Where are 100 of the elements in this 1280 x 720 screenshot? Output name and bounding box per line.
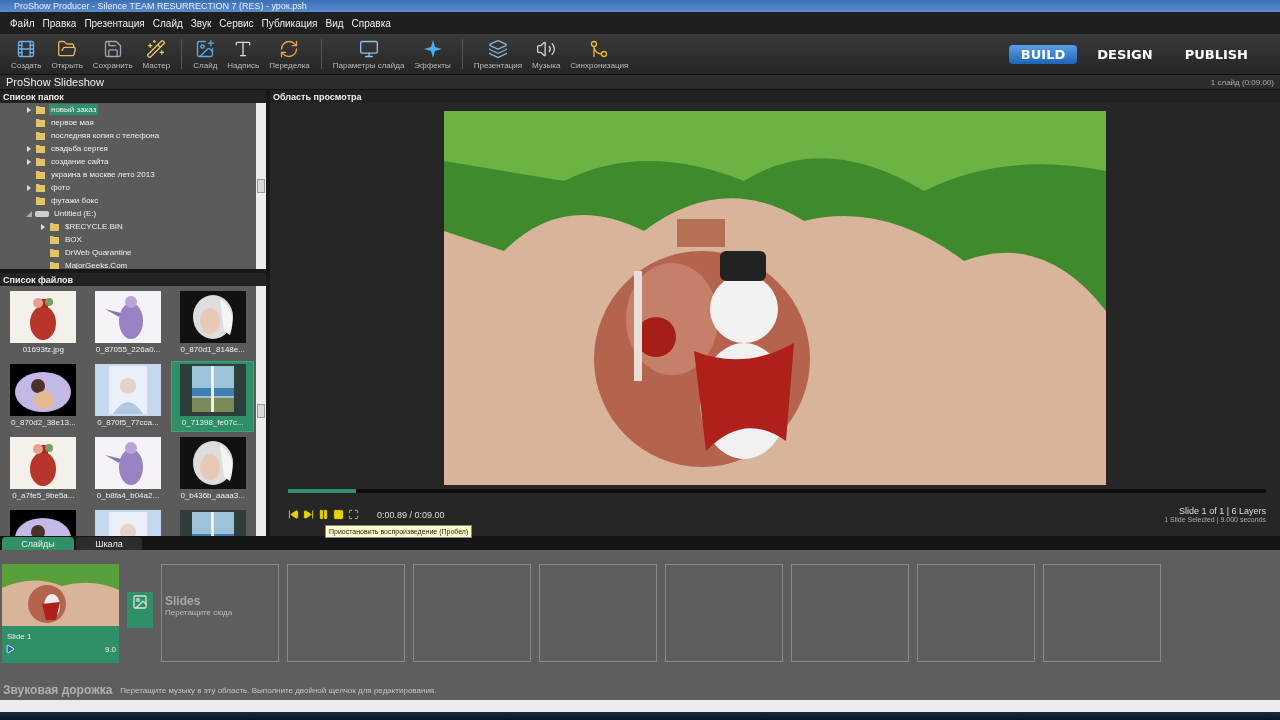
- folder-name[interactable]: фото: [49, 182, 72, 193]
- menu-item[interactable]: Справка: [347, 15, 395, 31]
- previous-button[interactable]: [288, 509, 299, 520]
- menu-item[interactable]: Публикация: [257, 15, 322, 31]
- refresh-icon: [279, 38, 300, 59]
- expand-arrow-icon[interactable]: [26, 106, 32, 113]
- folder-icon: [57, 38, 78, 59]
- panel-title: Список файлов: [0, 273, 266, 286]
- show-info: 1 слайд (0:09.00): [1210, 77, 1274, 87]
- merge-icon: [589, 38, 610, 59]
- toolbar-button[interactable]: Презентация: [468, 38, 528, 70]
- file-item[interactable]: 0_87055_226a0...: [86, 288, 170, 359]
- collapse-arrow-icon[interactable]: [26, 210, 32, 217]
- menu-item[interactable]: Сервис: [215, 15, 258, 31]
- mode-tab[interactable]: DESIGN: [1085, 44, 1165, 64]
- folder-icon: [49, 234, 60, 245]
- toolbar-button[interactable]: Эффекты: [409, 38, 456, 70]
- folder-icon: [35, 182, 46, 193]
- file-item[interactable]: 01693fz.jpg: [2, 288, 85, 359]
- toolbar-button[interactable]: Создать: [6, 38, 47, 70]
- film-icon: [16, 38, 37, 59]
- menu-item[interactable]: Звук: [186, 15, 216, 31]
- file-item[interactable]: 0_870d2_38e13...: [2, 361, 85, 432]
- toolbar-button[interactable]: Параметры слайда: [327, 38, 410, 70]
- scrollbar[interactable]: [0, 700, 1280, 712]
- file-item[interactable]: 0_71398_fe07c...: [171, 361, 254, 432]
- file-item[interactable]: 0_a7fe5_9be5a...: [2, 434, 85, 505]
- slides-hint: Перетащите сюда: [165, 608, 233, 617]
- folder-icon: [49, 260, 60, 269]
- window-title: ProShow Producer - Silence TEAM RESURRECTION 7 (RES) - урок.psh: [14, 1, 307, 11]
- toolbar-button[interactable]: Мастер: [137, 38, 176, 70]
- folder-name[interactable]: футажи бокс: [49, 195, 101, 206]
- scrollbar[interactable]: [256, 103, 266, 269]
- menu-item[interactable]: Правка: [38, 15, 81, 31]
- folder-icon: [35, 169, 46, 180]
- file-item[interactable]: 0_870d1_8148e...: [171, 288, 254, 359]
- panel-title: Область просмотра: [270, 90, 1280, 103]
- transition-button[interactable]: [127, 592, 153, 628]
- panel-title: Список папок: [0, 90, 266, 103]
- toolbar-button[interactable]: Слайд: [188, 38, 223, 70]
- folder-icon: [35, 156, 46, 167]
- wand-icon: [146, 38, 167, 59]
- file-name: 01693fz.jpg: [22, 345, 64, 354]
- toolbar-button[interactable]: Музыка: [527, 38, 566, 70]
- playback-time: 0:00.89 / 0:09.00: [377, 509, 445, 520]
- expand-arrow-icon[interactable]: [26, 184, 32, 191]
- folder-name[interactable]: новый заказ: [49, 104, 99, 115]
- folder-name[interactable]: свадьба сергея: [49, 143, 110, 154]
- stop-button[interactable]: [333, 509, 344, 520]
- file-name: 0_870d1_8148e...: [180, 345, 245, 354]
- soundtrack-title: Звуковая дорожка: [3, 683, 113, 697]
- folder-name[interactable]: первое мая: [49, 117, 96, 128]
- monitor-icon: [358, 38, 379, 59]
- folder-icon: [35, 117, 46, 128]
- folder-name[interactable]: DrWeb Quarantine: [63, 247, 134, 258]
- slide-name: Slide 1: [6, 631, 33, 641]
- pause-button[interactable]: [318, 509, 329, 520]
- image-plus-icon: [195, 38, 216, 59]
- menu-item[interactable]: Презентация: [80, 15, 149, 31]
- tab[interactable]: Слайды: [2, 537, 74, 550]
- slide-duration: 9.0: [104, 644, 116, 654]
- file-name: 0_71398_fe07c...: [181, 418, 244, 427]
- expand-arrow-icon[interactable]: [40, 223, 46, 230]
- toolbar-button[interactable]: Переделка: [264, 38, 315, 70]
- file-item[interactable]: 0_870f5_77cca...: [86, 361, 170, 432]
- toolbar-button[interactable]: Синхронизация: [565, 38, 634, 70]
- scrollbar[interactable]: [256, 286, 266, 536]
- folder-name[interactable]: BOX: [63, 234, 84, 245]
- file-name: 0_87055_226a0...: [95, 345, 161, 354]
- slide-status: Slide 1 of 1 | 6 Layers: [1179, 506, 1266, 516]
- file-name: 0_b436b_aaaa3...: [180, 491, 245, 500]
- mode-tab[interactable]: PUBLISH: [1172, 44, 1260, 64]
- folder-icon: [35, 143, 46, 154]
- folder-name[interactable]: $RECYCLE.BIN: [63, 221, 125, 232]
- folder-name[interactable]: Untitled (E:): [52, 208, 99, 219]
- file-item[interactable]: 0_b8fa4_b04a2...: [86, 434, 170, 505]
- folder-name[interactable]: создание сайта: [49, 156, 111, 167]
- menu-item[interactable]: Файл: [6, 15, 39, 31]
- tab[interactable]: Шкала: [76, 537, 142, 550]
- drive-icon: [35, 209, 49, 218]
- folder-name[interactable]: MajorGeeks.Com: [63, 260, 130, 269]
- file-name: 0_870f5_77cca...: [97, 418, 159, 427]
- toolbar-button[interactable]: Надпись: [222, 38, 265, 70]
- menu-item[interactable]: Вид: [321, 15, 348, 31]
- folder-name[interactable]: украина в москве лето 2013: [49, 169, 157, 180]
- toolbar-button[interactable]: Открыть: [46, 38, 88, 70]
- folder-name[interactable]: последняя копия с телефона: [49, 130, 162, 141]
- next-button[interactable]: [303, 509, 314, 520]
- fullscreen-button[interactable]: [348, 509, 359, 520]
- image-icon: [132, 594, 148, 610]
- menu-item[interactable]: Слайд: [148, 15, 187, 31]
- mode-tab[interactable]: BUILD: [1008, 44, 1078, 64]
- file-name: 0_870d2_38e13...: [11, 418, 76, 427]
- slide-card[interactable]: Slide 1 9.0: [2, 564, 119, 663]
- toolbar-button[interactable]: Сохранить: [87, 38, 138, 70]
- play-icon: [5, 644, 15, 654]
- folder-icon: [49, 221, 60, 232]
- file-item[interactable]: 0_b436b_aaaa3...: [171, 434, 254, 505]
- folder-icon: [35, 195, 46, 206]
- folder-icon: [35, 130, 46, 141]
